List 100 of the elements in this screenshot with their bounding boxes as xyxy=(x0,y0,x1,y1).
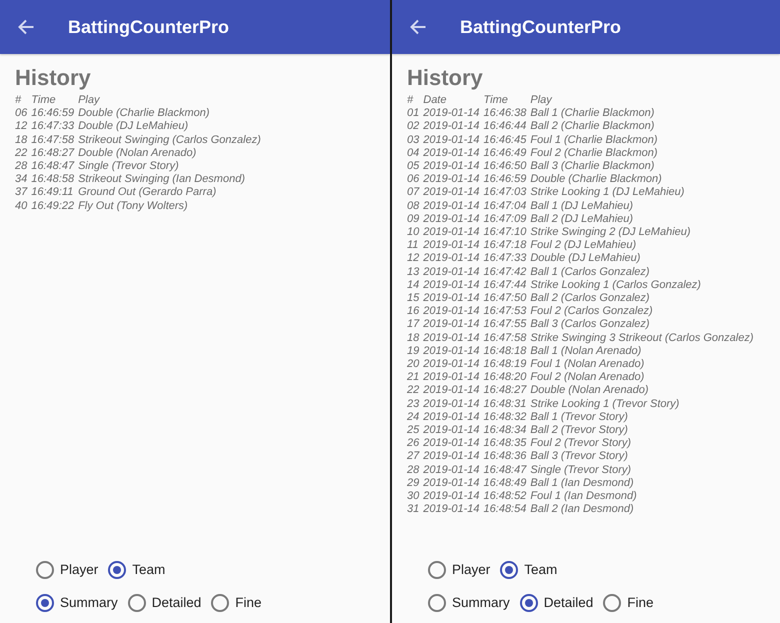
table-cell-text: Single (Trevor Story) xyxy=(530,464,632,477)
table-cell: 13 xyxy=(407,266,420,279)
radio-button[interactable] xyxy=(36,594,54,612)
back-icon[interactable] xyxy=(410,19,426,35)
table-cell: 34 xyxy=(15,173,28,186)
radio-label[interactable]: Team xyxy=(524,560,558,580)
table-cell: 16:48:47 xyxy=(31,160,74,174)
table-cell: 2019-01-14 xyxy=(423,200,480,213)
table-cell-text: Foul 1 (Charlie Blackmon) xyxy=(530,134,659,147)
table-cell-text: Foul 2 (DJ LeMahieu) xyxy=(530,239,638,252)
radio-button[interactable] xyxy=(128,594,146,612)
radio-button[interactable] xyxy=(36,561,54,579)
table-cell: 19 xyxy=(407,344,420,358)
table-cell: 2019-01-14 xyxy=(423,292,480,306)
table-cell: 16:47:53 xyxy=(484,305,526,318)
table-cell: 37 xyxy=(15,186,28,200)
table-cell: 22 xyxy=(407,384,420,398)
table-cell: 2019-01-14 xyxy=(423,358,480,372)
table-cell: 2019-01-14 xyxy=(423,278,480,292)
table-cell: 2019-01-14 xyxy=(423,476,480,490)
table-cell: 16:47:03 xyxy=(484,186,526,200)
table-cell: 2019-01-14 xyxy=(423,503,480,516)
radio-button[interactable] xyxy=(603,594,622,612)
table-cell-text: Ball 2 (Trevor Story) xyxy=(530,424,629,438)
table-cell: 2019-01-14 xyxy=(423,212,480,226)
radio-label[interactable]: Player xyxy=(452,560,490,580)
table-cell-text: Fly Out (Tony Wolters) xyxy=(78,200,189,213)
table-cell-text: Strike Looking 1 (DJ LeMahieu) xyxy=(530,186,686,200)
column-header: Play xyxy=(530,94,554,108)
column-header: Play xyxy=(78,94,101,108)
table-cell: 05 xyxy=(407,160,420,174)
radio-button[interactable] xyxy=(520,594,538,612)
table-cell: 17 xyxy=(407,318,420,332)
radio-label[interactable]: Detailed xyxy=(152,593,202,613)
table-cell: 15 xyxy=(407,292,420,306)
table-cell: 16:47:55 xyxy=(484,318,526,332)
radio-label[interactable]: Summary xyxy=(452,593,510,613)
table-cell: 18 xyxy=(407,332,420,345)
table-cell-text: Ground Out (Gerardo Parra) xyxy=(78,186,218,200)
table-cell: 06 xyxy=(407,173,420,186)
table-cell: 16:46:59 xyxy=(31,107,74,120)
table-cell: 16:46:50 xyxy=(484,160,526,174)
table-cell: 16:49:22 xyxy=(31,200,74,213)
table-cell: 22 xyxy=(15,146,28,160)
table-cell: 28 xyxy=(15,160,28,174)
table-cell: 29 xyxy=(407,476,420,490)
radio-button[interactable] xyxy=(428,594,446,612)
table-cell: 16:48:49 xyxy=(484,476,526,490)
table-cell-text: Double (Charlie Blackmon) xyxy=(78,107,211,120)
table-cell: 2019-01-14 xyxy=(423,332,480,345)
radio-button[interactable] xyxy=(108,561,126,579)
table-cell: 2019-01-14 xyxy=(423,490,480,504)
radio-label[interactable]: Fine xyxy=(627,593,654,613)
table-cell: 2019-01-14 xyxy=(423,305,480,318)
radio-button[interactable] xyxy=(500,561,518,579)
table-cell-text: Strike Looking 1 (Trevor Story) xyxy=(530,398,680,411)
table-cell: 16:48:18 xyxy=(484,344,526,358)
back-icon[interactable] xyxy=(18,19,34,35)
table-cell: 16:47:58 xyxy=(31,134,74,147)
table-cell-text: Strikeout Swinging (Carlos Gonzalez) xyxy=(78,134,262,147)
table-cell: 16:47:10 xyxy=(484,226,526,240)
table-cell-text: Strike Swinging 2 (DJ LeMahieu) xyxy=(530,226,692,240)
table-cell: 10 xyxy=(407,226,420,240)
table-cell: 16:46:38 xyxy=(484,107,526,120)
table-cell-text: Strike Looking 1 (Carlos Gonzalez) xyxy=(530,278,702,292)
table-cell: 01 xyxy=(407,107,420,120)
table-cell-text: Single (Trevor Story) xyxy=(78,160,180,174)
table-cell: 16:47:33 xyxy=(31,120,74,134)
table-cell: 30 xyxy=(407,490,420,504)
radio-label[interactable]: Detailed xyxy=(544,593,594,613)
table-cell: 2019-01-14 xyxy=(423,120,480,134)
table-cell: 16:47:58 xyxy=(484,332,526,345)
table-cell-text: Ball 3 (Charlie Blackmon) xyxy=(530,160,656,174)
table-cell: 2019-01-14 xyxy=(423,410,480,424)
table-cell: 16:46:44 xyxy=(484,120,526,134)
table-cell: 16:48:20 xyxy=(484,371,526,384)
table-cell: 16:47:04 xyxy=(484,200,526,213)
app-title: BattingCounterPro xyxy=(460,16,621,38)
radio-label[interactable]: Player xyxy=(60,560,98,580)
table-cell: 26 xyxy=(407,437,420,450)
table-cell-text: Ball 1 (Trevor Story) xyxy=(530,410,629,424)
column-header: Time xyxy=(31,94,57,108)
table-cell-text: Double (Nolan Arenado) xyxy=(78,146,198,160)
radio-button[interactable] xyxy=(428,561,446,579)
column-header: Date xyxy=(423,94,448,108)
table-cell: 20 xyxy=(407,358,420,372)
table-cell: 14 xyxy=(407,278,420,292)
table-cell: 16:48:36 xyxy=(484,450,526,464)
radio-button[interactable] xyxy=(211,594,230,612)
table-cell: 16:47:18 xyxy=(484,239,526,252)
table-cell: 16:48:32 xyxy=(484,410,526,424)
table-cell: 24 xyxy=(407,410,420,424)
table-cell: 2019-01-14 xyxy=(423,266,480,279)
radio-label[interactable]: Fine xyxy=(235,593,262,613)
table-cell-text: Ball 2 (DJ LeMahieu) xyxy=(530,212,634,226)
table-cell: 16:47:09 xyxy=(484,212,526,226)
radio-label[interactable]: Summary xyxy=(60,593,118,613)
table-cell-text: Double (DJ LeMahieu) xyxy=(78,120,190,134)
table-cell: 2019-01-14 xyxy=(423,107,480,120)
radio-label[interactable]: Team xyxy=(132,560,166,580)
